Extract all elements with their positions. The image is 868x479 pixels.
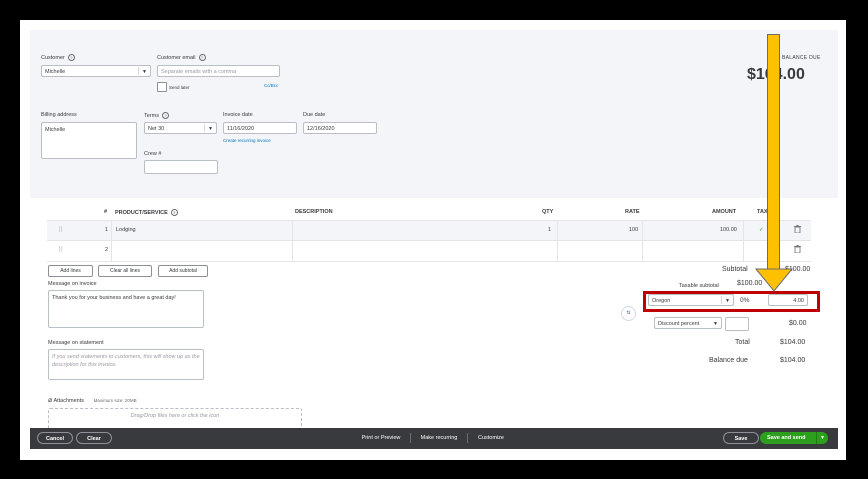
col-num: # [104,209,108,215]
dropdown-caret-icon[interactable]: ▼ [820,432,825,444]
row-product[interactable]: Lodging [116,227,136,233]
discount-value-input[interactable] [725,317,749,331]
invoice-window: Customer? Michelle ▼ Customer email? Sep… [30,30,838,449]
make-recurring-button[interactable]: Make recurring [415,432,463,444]
table-header: # PRODUCT/SERVICE? DESCRIPTION QTY RATE … [47,206,811,220]
send-later-label: Send later [169,85,190,90]
row-num: 2 [105,247,109,253]
col-divider [642,221,643,241]
split-divider [816,432,817,444]
col-description: DESCRIPTION [295,209,333,215]
invoice-header: Customer? Michelle ▼ Customer email? Sep… [30,30,838,198]
balance-due-row-value: $104.00 [780,357,806,364]
tax-swap-icon[interactable]: ⇅ [621,306,636,321]
customer-select[interactable]: Michelle ▼ [41,65,151,77]
col-divider [557,241,558,261]
customer-email-label: Customer email? [157,54,206,61]
message-invoice-input[interactable]: Thank you for your business and have a g… [48,290,204,328]
due-date-input[interactable]: 12/16/2020 [303,122,377,134]
col-divider [111,221,112,241]
col-rate: RATE [625,209,640,215]
col-divider [642,241,643,261]
tax-highlight-box [643,291,820,312]
clear-all-lines-button[interactable]: Clear all lines [98,265,152,277]
col-amount: AMOUNT [712,209,737,215]
dropdown-caret-icon: ▼ [713,321,718,327]
save-and-send-button[interactable]: Save and send ▼ [760,432,828,444]
help-icon[interactable]: ? [170,209,178,216]
col-divider [743,241,744,261]
table-row[interactable]: ⠿ 1 Lodging 1 100 100.00 ✓ [47,220,811,241]
help-icon[interactable]: ? [161,112,169,119]
total-value: $104.00 [780,339,806,346]
terms-select[interactable]: Net 30 ▼ [144,122,217,134]
billing-address-label: Billing address [41,112,77,118]
customize-button[interactable]: Customize [472,432,510,444]
subtotal-label: Subtotal [722,266,748,273]
message-statement-input[interactable]: If you send statements to customers, thi… [48,349,204,380]
invoice-date-input[interactable]: 11/16/2020 [223,122,297,134]
send-later-checkbox[interactable] [157,82,167,92]
message-statement-label: Message on statement [48,340,104,346]
col-tax: TAX [757,209,768,215]
row-qty[interactable]: 1 [548,227,551,233]
crew-label: Crew # [144,151,162,157]
save-button[interactable]: Save [723,432,759,444]
col-divider [292,241,293,261]
create-recurring-link[interactable]: Create recurring invoice [223,138,271,143]
due-date-label: Due date [303,112,326,118]
arrow-down-annotation [767,34,780,272]
save-and-send-label: Save and send [767,435,806,441]
terms-label: Terms? [144,112,169,119]
total-label: Total [735,339,750,346]
checkmark-icon[interactable]: ✓ [759,227,764,233]
dropdown-caret-icon: ▼ [208,126,213,132]
arrow-head [755,268,793,292]
drag-handle-icon[interactable]: ⠿ [58,246,63,254]
row-rate[interactable]: 100 [629,227,638,233]
col-divider [557,221,558,241]
taxable-subtotal-label: Taxable subtotal [679,283,719,289]
trash-icon[interactable] [794,245,801,255]
print-preview-button[interactable]: Print or Preview [356,432,406,444]
footer-divider [410,433,411,443]
col-product: PRODUCT/SERVICE? [115,209,178,216]
row-num: 1 [105,227,109,233]
help-icon[interactable]: ? [198,54,206,61]
drag-handle-icon[interactable]: ⠿ [58,226,63,234]
add-lines-button[interactable]: Add lines [48,265,93,277]
col-divider [292,221,293,241]
attachments-header: ⌀ Attachments Maximum size: 20MB [48,397,137,404]
balance-due-row-label: Balance due [709,357,748,364]
crew-input[interactable] [144,160,218,174]
add-subtotal-button[interactable]: Add subtotal [158,265,208,277]
caret-divider [204,124,205,132]
footer-divider [467,433,468,443]
cancel-button[interactable]: Cancel [37,432,73,444]
invoice-date-label: Invoice date [223,112,253,118]
customer-email-input[interactable]: Separate emails with a comma [157,65,280,77]
attachments-dropzone[interactable]: Drag/Drop files here or click the icon [48,408,302,430]
dropdown-caret-icon: ▼ [142,69,147,75]
col-divider [111,241,112,261]
row-amount[interactable]: 100.00 [720,227,737,233]
discount-type-select[interactable]: Discount percent ▼ [654,317,722,329]
billing-address-input[interactable]: Michelle [41,122,137,159]
balance-due-label: BALANCE DUE [782,55,821,61]
trash-icon[interactable] [794,225,801,235]
col-divider [743,221,744,241]
discount-amount: $0.00 [789,320,807,327]
attachments-max-size: Maximum size: 20MB [93,398,137,403]
message-invoice-label: Message on invoice [48,281,97,287]
caret-divider [138,67,139,75]
col-qty: QTY [542,209,554,215]
customer-label: Customer? [41,54,75,61]
table-row[interactable]: ⠿ 2 [47,240,811,262]
cc-bcc-link[interactable]: Cc/Bcc [264,83,278,88]
clear-button[interactable]: Clear [76,432,112,444]
help-icon[interactable]: ? [67,54,75,61]
paperclip-icon: ⌀ [48,397,53,404]
footer-bar: Cancel Clear Print or Preview Make recur… [30,428,838,449]
